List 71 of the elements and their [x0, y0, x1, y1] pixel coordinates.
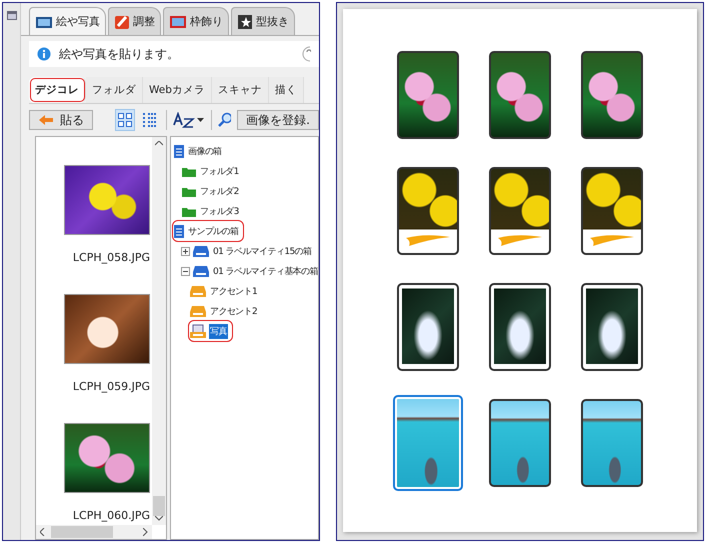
tree-item[interactable]: フォルダ3	[181, 201, 318, 221]
tree-item[interactable]: サンプルの箱	[173, 221, 244, 241]
arrow-left-icon	[38, 114, 54, 126]
file-name: LCPH_060.JPG	[72, 509, 150, 522]
tree-item[interactable]: フォルダ2	[181, 181, 318, 201]
scrollbar-thumb[interactable]	[51, 526, 113, 538]
photo-label[interactable]	[397, 167, 459, 255]
photo-label[interactable]	[489, 283, 551, 371]
photo-label[interactable]	[489, 167, 551, 255]
tab[interactable]: フォルダ	[86, 77, 143, 103]
tab[interactable]: 枠飾り	[163, 7, 229, 35]
document-box-icon	[173, 224, 185, 238]
photo-placeholder[interactable]	[64, 423, 150, 493]
grid-view-button[interactable]	[115, 109, 134, 131]
tree-item[interactable]: 01 ラベルマイティ15の箱	[181, 241, 318, 261]
picture-frame-icon	[169, 14, 187, 28]
photo-label[interactable]	[489, 399, 551, 487]
photo-label[interactable]	[581, 167, 643, 255]
document-box-icon	[173, 144, 185, 158]
tree-item[interactable]: アクセント2	[189, 301, 318, 321]
vertical-scrollbar[interactable]	[152, 137, 166, 525]
brush-stroke-icon	[497, 233, 543, 247]
tree-item[interactable]: 写真	[189, 321, 232, 341]
tree-item[interactable]: 画像の箱	[173, 141, 318, 161]
photo-label[interactable]	[581, 399, 643, 487]
photo-placeholder[interactable]	[64, 294, 150, 364]
info-text: 絵や写真を貼ります。	[59, 46, 180, 62]
tray-icon	[189, 284, 207, 298]
file-name: LCPH_058.JPG	[72, 251, 150, 264]
help-icon[interactable]	[302, 46, 311, 62]
photo-placeholder[interactable]	[64, 165, 150, 235]
collapse-toggle-icon[interactable]	[181, 266, 190, 276]
palette-brush-icon	[114, 14, 130, 30]
info-icon	[37, 47, 51, 61]
file-name: LCPH_059.JPG	[72, 380, 150, 393]
caret-icon	[196, 118, 205, 122]
tree-item[interactable]: 01 ラベルマイティ基本の箱	[181, 261, 318, 281]
expand-toggle-icon[interactable]	[181, 246, 190, 256]
photo-label[interactable]	[581, 51, 643, 139]
tray-icon	[192, 264, 210, 278]
scroll-up-icon[interactable]	[155, 141, 163, 146]
register-image-button[interactable]: 画像を登録.	[237, 110, 319, 130]
search-icon[interactable]	[217, 112, 232, 128]
tab[interactable]: 絵や写真	[29, 7, 106, 35]
tray-icon	[189, 324, 207, 338]
tray-icon	[192, 244, 210, 258]
tab[interactable]: デジコレ	[29, 77, 86, 103]
tray-icon	[189, 304, 207, 318]
tab[interactable]: 描く	[268, 77, 304, 103]
tree-item[interactable]: フォルダ1	[181, 161, 318, 181]
scrollbar-thumb[interactable]	[153, 496, 165, 516]
scroll-down-icon[interactable]	[155, 516, 163, 521]
tab[interactable]: Webカメラ	[143, 77, 212, 103]
photo-label[interactable]	[397, 51, 459, 139]
sort-button[interactable]	[172, 112, 205, 128]
photo-label[interactable]	[489, 51, 551, 139]
paste-button[interactable]: 貼る	[29, 110, 93, 130]
scroll-left-icon[interactable]	[40, 528, 45, 536]
tab[interactable]: 型抜き	[231, 7, 295, 35]
photo-icon	[35, 14, 53, 28]
horizontal-scrollbar[interactable]	[36, 525, 152, 539]
tab[interactable]: 調整	[108, 7, 161, 35]
brush-stroke-icon	[405, 233, 451, 247]
scroll-right-icon[interactable]	[143, 528, 148, 536]
photo-label[interactable]	[397, 283, 459, 371]
photo-label[interactable]	[581, 283, 643, 371]
tab[interactable]: スキャナ	[212, 77, 269, 103]
brush-stroke-icon	[589, 233, 635, 247]
panel-icon[interactable]	[6, 11, 16, 20]
tree-item[interactable]: アクセント1	[189, 281, 318, 301]
photo-label[interactable]	[393, 395, 463, 491]
